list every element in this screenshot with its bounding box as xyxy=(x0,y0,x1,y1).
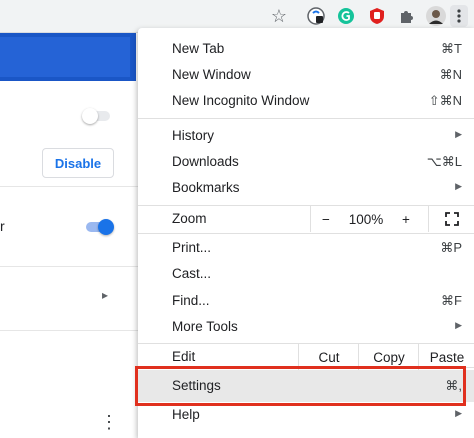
chevron-right-icon[interactable]: ▸ xyxy=(102,288,108,302)
menu-item-label: New Tab xyxy=(172,41,225,56)
menu-item-label: Print... xyxy=(172,240,212,255)
banner-inner xyxy=(0,37,130,77)
menu-item-shortcut: ⌘N xyxy=(439,67,462,82)
menu-item-find[interactable]: Find... ⌘F xyxy=(138,288,474,314)
toggle-switch-on[interactable] xyxy=(86,219,114,235)
menu-item-label: New Incognito Window xyxy=(172,93,310,108)
menu-item-new-tab[interactable]: New Tab ⌘T xyxy=(138,36,474,62)
menu-item-new-incognito-window[interactable]: New Incognito Window ⇧⌘N xyxy=(138,88,474,114)
menu-item-shortcut: ⌘T xyxy=(441,41,462,56)
tracker-extension-icon[interactable] xyxy=(305,5,327,27)
submenu-arrow-icon: ▶ xyxy=(455,408,462,418)
menu-item-shortcut: ⌘F xyxy=(441,293,462,308)
zoom-in-button[interactable]: + xyxy=(391,206,421,232)
menu-item-shortcut: ⌥⌘L xyxy=(426,154,462,169)
menu-item-cast[interactable]: Cast... xyxy=(138,261,474,287)
menu-item-more-tools[interactable]: More Tools ▶ xyxy=(138,314,474,340)
zoom-level: 100% xyxy=(348,211,384,227)
kebab-menu-icon[interactable] xyxy=(450,5,468,27)
menu-item-shortcut: ⌘P xyxy=(440,240,462,255)
menu-item-label: Cast... xyxy=(172,266,212,281)
shield-extension-icon[interactable] xyxy=(366,5,388,27)
row-divider xyxy=(0,266,140,267)
avatar[interactable] xyxy=(425,5,447,27)
menu-item-label: Help xyxy=(172,407,200,422)
menu-separator xyxy=(138,233,474,234)
toggle-knob xyxy=(82,108,98,124)
zoom-out-button[interactable]: − xyxy=(310,206,341,232)
row-divider xyxy=(0,186,140,187)
submenu-arrow-icon: ▶ xyxy=(455,320,462,330)
menu-item-history[interactable]: History ▶ xyxy=(138,123,474,149)
page-banner xyxy=(0,33,136,81)
bookmark-star-icon[interactable]: ☆ xyxy=(268,5,290,27)
menu-item-label: More Tools xyxy=(172,319,238,334)
submenu-arrow-icon: ▶ xyxy=(455,181,462,191)
submenu-arrow-icon: ▶ xyxy=(455,129,462,139)
menu-item-label: Downloads xyxy=(172,154,239,169)
more-options-icon[interactable]: ⋮ xyxy=(100,413,118,431)
menu-separator xyxy=(138,118,474,119)
puzzle-icon[interactable] xyxy=(396,5,418,27)
row-label-fragment: r xyxy=(0,218,5,234)
disable-button[interactable]: Disable xyxy=(42,148,114,178)
menu-item-label: Find... xyxy=(172,293,210,308)
toggle-knob xyxy=(98,219,114,235)
menu-item-label: New Window xyxy=(172,67,251,82)
menu-item-new-window[interactable]: New Window ⌘N xyxy=(138,62,474,88)
edit-label: Edit xyxy=(172,349,196,364)
toggle-switch-off[interactable] xyxy=(82,108,110,124)
settings-highlight-box xyxy=(135,366,466,406)
menu-zoom-row: Zoom − 100% + xyxy=(138,206,474,232)
row-divider xyxy=(0,330,140,331)
menu-item-shortcut: ⇧⌘N xyxy=(428,93,462,108)
menu-item-label: Bookmarks xyxy=(172,180,240,195)
menu-item-label: History xyxy=(172,128,215,143)
menu-item-downloads[interactable]: Downloads ⌥⌘L xyxy=(138,149,474,175)
zoom-label: Zoom xyxy=(172,211,207,226)
grammarly-icon[interactable] xyxy=(335,5,357,27)
menu-item-print[interactable]: Print... ⌘P xyxy=(138,235,474,261)
fullscreen-icon[interactable] xyxy=(428,206,474,232)
menu-item-bookmarks[interactable]: Bookmarks ▶ xyxy=(138,175,474,201)
